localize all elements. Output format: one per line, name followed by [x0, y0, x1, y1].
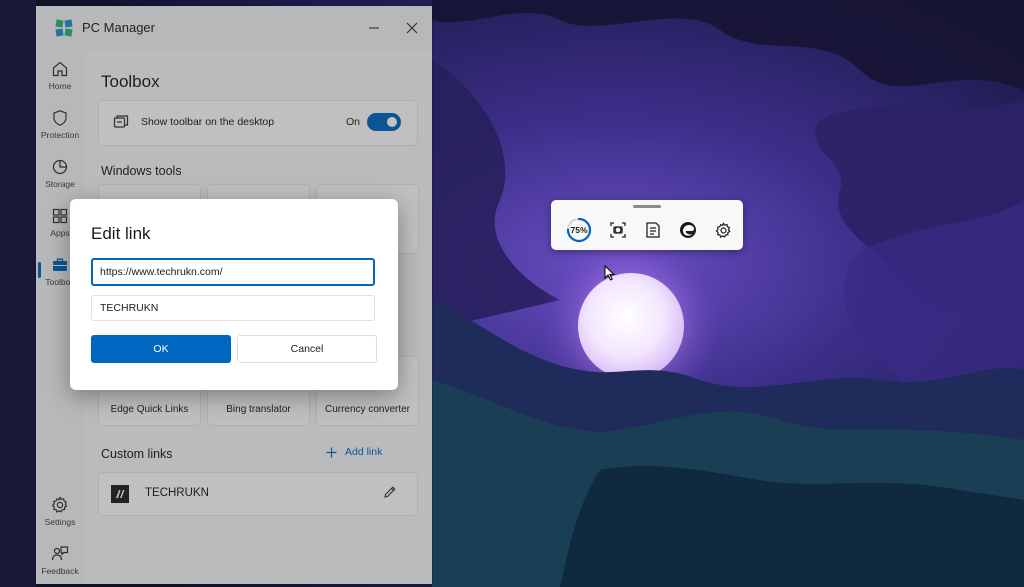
ok-button[interactable]: OK: [91, 335, 231, 363]
cancel-button[interactable]: Cancel: [237, 335, 377, 363]
notes-icon[interactable]: [640, 217, 666, 243]
link-name-input[interactable]: [91, 295, 375, 321]
memory-usage-label: 75%: [570, 225, 588, 235]
memory-usage-gauge[interactable]: 75%: [566, 217, 592, 243]
mouse-cursor-icon: [604, 265, 616, 281]
screenshot-icon[interactable]: [605, 217, 631, 243]
edit-link-dialog: Edit link OK Cancel: [70, 199, 398, 390]
edge-icon[interactable]: [675, 217, 701, 243]
drag-handle[interactable]: [633, 205, 661, 208]
link-url-input[interactable]: [91, 258, 375, 286]
gear-icon[interactable]: [710, 217, 736, 243]
dialog-title: Edit link: [91, 224, 151, 243]
floating-toolbar: 75%: [551, 200, 743, 250]
